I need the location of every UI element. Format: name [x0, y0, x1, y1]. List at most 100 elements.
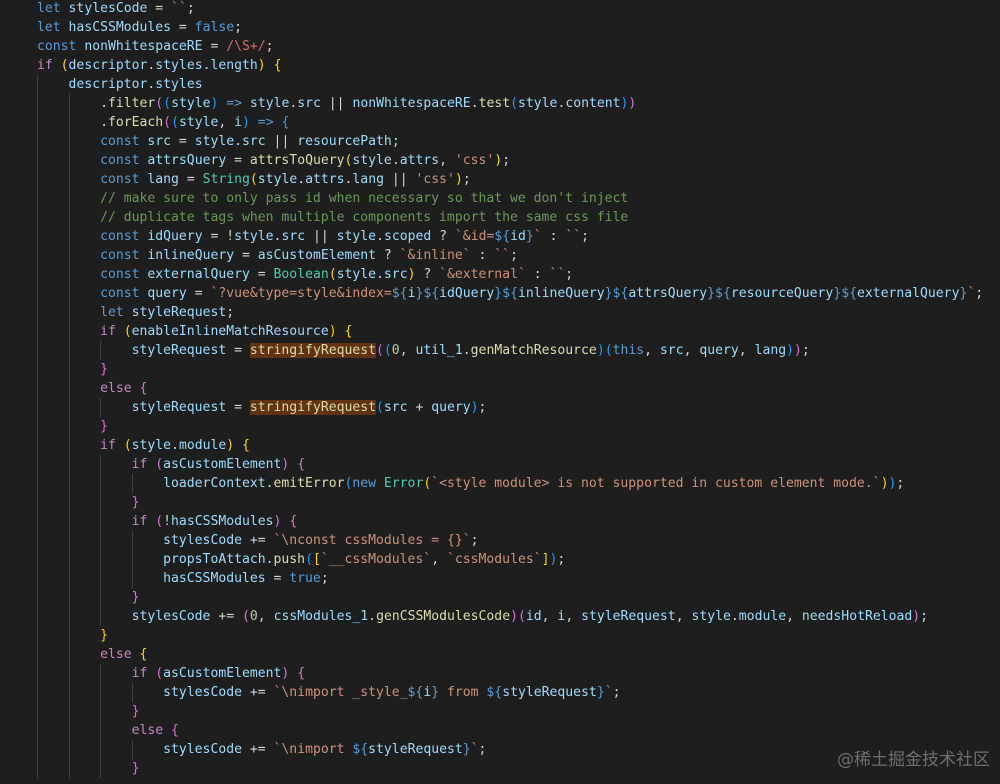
code-token: `\nimport: [273, 742, 353, 757]
code-line[interactable]: }: [37, 417, 983, 436]
indent-guide: [68, 208, 70, 227]
code-token: loaderContext: [163, 476, 266, 491]
code-line[interactable]: else {: [37, 379, 983, 398]
code-token: Error: [383, 476, 424, 491]
code-token: `?vue&type=style&index=: [210, 286, 392, 301]
code-line[interactable]: styleRequest = stringifyRequest(src + qu…: [37, 398, 983, 417]
indent-guide: [37, 721, 38, 740]
code-token: idQuery: [147, 229, 203, 244]
code-line[interactable]: if (enableInlineMatchResource) {: [37, 322, 983, 341]
code-token: resourcePath: [297, 134, 392, 149]
code-line[interactable]: const query = `?vue&type=style&index=${i…: [37, 284, 983, 303]
code-line[interactable]: hasCSSModules = true;: [37, 569, 983, 588]
code-token: nonWhitespaceRE: [352, 96, 471, 111]
code-line[interactable]: if (asCustomElement) {: [37, 455, 983, 474]
code-token: enableInlineMatchResource: [131, 324, 329, 339]
code-line[interactable]: }: [37, 702, 983, 721]
code-line[interactable]: propsToAttach.push([`__cssModules`, `css…: [37, 550, 983, 569]
code-line[interactable]: }: [37, 493, 983, 512]
code-token: }${: [604, 286, 629, 301]
code-token: (: [376, 400, 384, 415]
code-line[interactable]: stylesCode += `\nconst cssModules = {}`;: [37, 531, 983, 550]
code-token: asCustomElement: [257, 248, 377, 263]
indent-guide: [100, 474, 102, 493]
code-token: style: [352, 153, 392, 168]
indent-guide: [37, 683, 38, 702]
code-token: String: [202, 172, 250, 187]
code-line[interactable]: // duplicate tags when multiple componen…: [37, 208, 983, 227]
indent-guide: [37, 398, 38, 417]
code-line[interactable]: if (asCustomElement) {: [37, 664, 983, 683]
code-token: stringifyRequest: [249, 343, 377, 358]
code-token: style: [131, 438, 172, 453]
code-token: cssModules_1: [273, 609, 369, 624]
code-token: +=: [241, 685, 274, 700]
code-token: externalQuery: [856, 286, 960, 301]
code-line[interactable]: else {: [37, 721, 983, 740]
code-token: (: [123, 324, 132, 339]
code-token: new: [352, 476, 384, 491]
code-token: }: [462, 742, 471, 757]
code-line[interactable]: const attrsQuery = attrsToQuery(style.at…: [37, 151, 983, 170]
indent-guide: [37, 227, 38, 246]
code-token: }: [131, 590, 140, 605]
code-line[interactable]: let stylesCode = ``;: [37, 0, 983, 18]
indent-guide: [37, 740, 38, 759]
code-token: (: [171, 115, 179, 130]
code-line[interactable]: let styleRequest;: [37, 303, 983, 322]
code-line[interactable]: .filter((style) => style.src || nonWhite…: [37, 94, 983, 113]
code-token: ||: [305, 229, 337, 244]
code-line[interactable]: const src = style.src || resourcePath;: [37, 132, 983, 151]
code-token: style: [249, 96, 290, 111]
code-line[interactable]: let hasCSSModules = false;: [37, 18, 983, 37]
code-token: attrsToQuery: [249, 153, 345, 168]
indent-guide: [68, 265, 70, 284]
code-token: src: [659, 343, 684, 358]
code-token: ``: [494, 248, 511, 263]
code-line[interactable]: if (style.module) {: [37, 436, 983, 455]
code-editor[interactable]: let stylesCode = ``; let hasCSSModules = …: [0, 0, 1000, 784]
code-token: `<style module> is not supported in cust…: [431, 476, 881, 491]
code-token: =>: [249, 115, 282, 130]
code-line[interactable]: }: [37, 588, 983, 607]
indent-guide: [68, 474, 70, 493]
code-token: propsToAttach: [163, 552, 266, 567]
code-line[interactable]: descriptor.styles: [37, 75, 983, 94]
code-token: ${: [486, 685, 503, 700]
indent-guide: [68, 94, 70, 113]
code-line[interactable]: }: [37, 626, 983, 645]
code-lines[interactable]: let stylesCode = ``; let hasCSSModules = …: [37, 0, 983, 778]
code-line[interactable]: styleRequest = stringifyRequest((0, util…: [37, 341, 983, 360]
code-line[interactable]: stylesCode += (0, cssModules_1.genCSSMod…: [37, 607, 983, 626]
code-token: if: [100, 324, 124, 339]
code-token: ;: [320, 571, 329, 586]
code-line[interactable]: const externalQuery = Boolean(style.src)…: [37, 265, 983, 284]
code-line[interactable]: const idQuery = !style.src || style.scop…: [37, 227, 983, 246]
code-token: ${: [391, 286, 408, 301]
code-line[interactable]: .forEach((style, i) => {: [37, 113, 983, 132]
code-token: ;: [502, 153, 511, 168]
code-line[interactable]: if (!hasCSSModules) {: [37, 512, 983, 531]
code-token: attrs: [399, 153, 440, 168]
code-token: content: [565, 96, 621, 111]
code-token: styles: [155, 58, 203, 73]
code-line[interactable]: // make sure to only pass id when necess…: [37, 189, 983, 208]
code-line[interactable]: }: [37, 360, 983, 379]
code-token: stylesCode: [163, 533, 242, 548]
code-line[interactable]: const nonWhitespaceRE = /\S+/;: [37, 37, 983, 56]
indent-guide: [68, 493, 70, 512]
code-token: ,: [675, 609, 692, 624]
code-line[interactable]: else {: [37, 645, 983, 664]
indent-guide: [100, 721, 102, 740]
code-line[interactable]: loaderContext.emitError(new Error(`<styl…: [37, 474, 983, 493]
code-token: styles: [155, 77, 203, 92]
code-line[interactable]: stylesCode += `\nimport _style_${i} from…: [37, 683, 983, 702]
code-token: (: [155, 666, 164, 681]
code-line[interactable]: if (descriptor.styles.length) {: [37, 56, 983, 75]
code-line[interactable]: const inlineQuery = asCustomElement ? `&…: [37, 246, 983, 265]
code-line[interactable]: const lang = String(style.attrs.lang || …: [37, 170, 983, 189]
code-token: {: [297, 457, 306, 472]
code-token: }${: [494, 286, 518, 301]
